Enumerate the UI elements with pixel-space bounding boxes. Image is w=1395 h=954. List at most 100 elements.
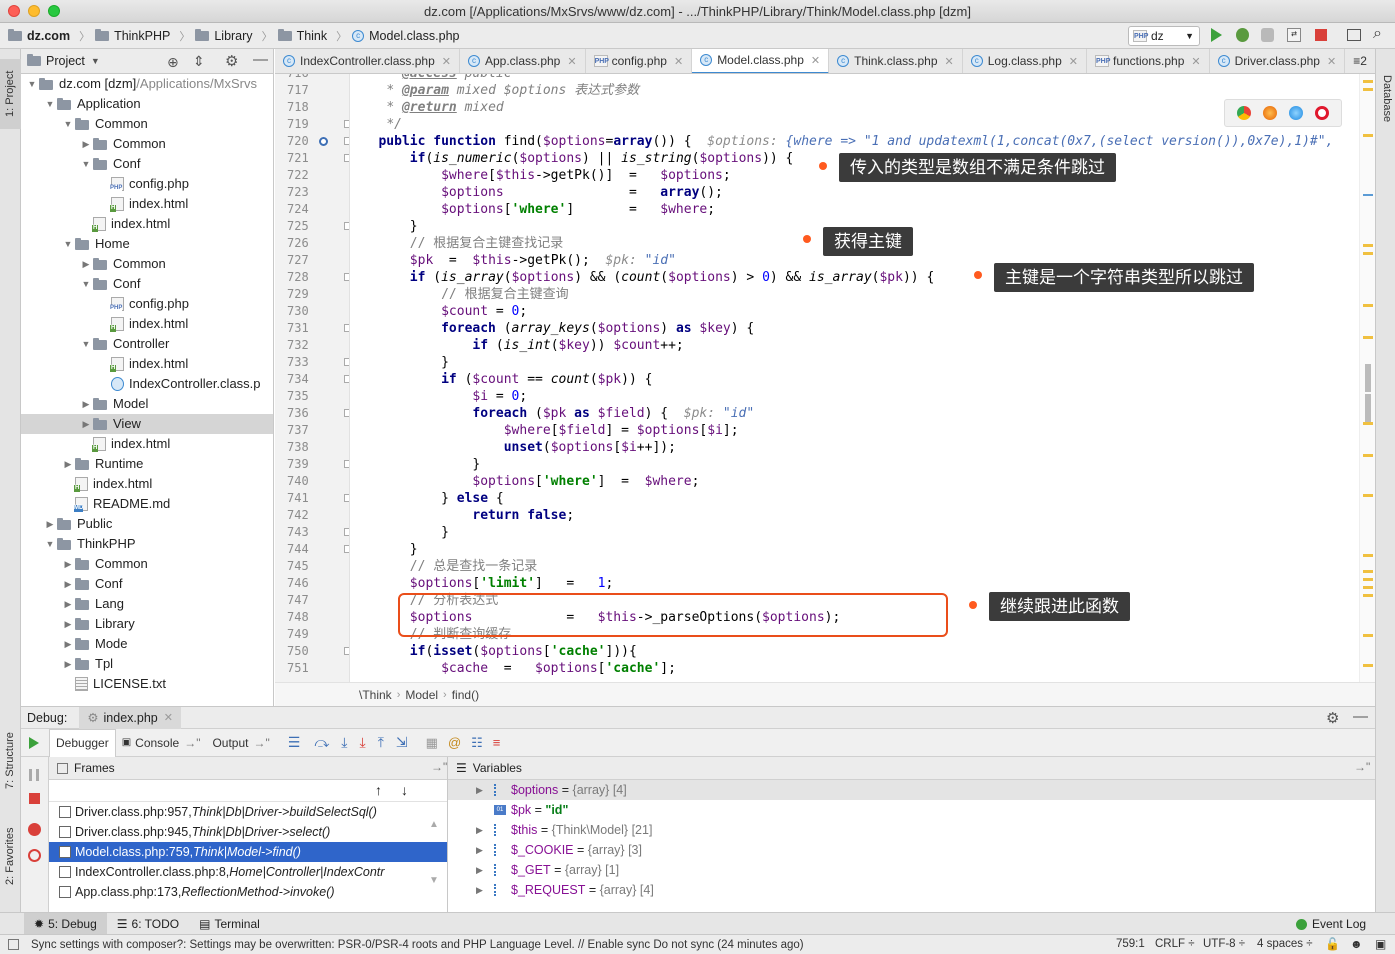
scroll-marker[interactable] <box>1363 194 1373 196</box>
chevron-down-icon[interactable]: ▼ <box>43 534 57 554</box>
scroll-marker[interactable] <box>1363 594 1373 597</box>
tree-item[interactable]: ▶ Conf <box>21 574 273 594</box>
tabs-overflow-button[interactable]: ≡2 <box>1345 49 1375 73</box>
code-line[interactable]: $i = 0; <box>351 388 1359 405</box>
line-number[interactable]: 730 <box>275 303 349 320</box>
tree-item[interactable]: ▶ Lang <box>21 594 273 614</box>
bottom-tab-terminal[interactable]: ▤ Terminal <box>189 913 270 935</box>
variable-row[interactable]: ▶ $options = {array} [4] <box>448 780 1375 800</box>
editor-tab[interactable]: c Model.class.php ✕ <box>692 49 830 73</box>
zoom-window-button[interactable] <box>48 5 60 17</box>
line-number[interactable]: 728 <box>275 269 349 286</box>
tree-item[interactable]: index.html <box>21 194 273 214</box>
line-number[interactable]: 726 <box>275 235 349 252</box>
line-number[interactable]: 736 <box>275 405 349 422</box>
tree-item[interactable]: ▼ Conf <box>21 154 273 174</box>
scroll-marker[interactable] <box>1363 578 1373 581</box>
tree-item[interactable]: index.html <box>21 354 273 374</box>
fold-marker-icon[interactable] <box>344 120 349 128</box>
code-line[interactable]: $options = array(); <box>351 184 1359 201</box>
chevron-right-icon[interactable]: ▶ <box>79 134 93 154</box>
scroll-marker[interactable] <box>1363 336 1373 339</box>
scroll-marker[interactable] <box>1363 80 1373 83</box>
chevron-right-icon[interactable]: ▶ <box>61 554 75 574</box>
line-number[interactable]: 717 <box>275 82 349 99</box>
hide-panel-icon[interactable]: — <box>1353 708 1368 725</box>
coverage-icon[interactable] <box>1261 28 1274 42</box>
tree-item[interactable]: LICENSE.txt <box>21 674 273 694</box>
structure-tool-tab[interactable]: 7: Structure <box>0 721 21 801</box>
show-execution-point-icon[interactable]: ☰ <box>288 734 301 751</box>
list-icon[interactable]: ☷ <box>471 735 483 751</box>
scroll-marker[interactable] <box>1363 664 1373 667</box>
scroll-marker[interactable] <box>1363 88 1373 91</box>
step-out-icon[interactable]: ⤒ <box>378 734 384 751</box>
pin-arrow-icon[interactable]: →" <box>431 760 447 774</box>
line-number[interactable]: 746 <box>275 575 349 592</box>
scroll-marker[interactable] <box>1363 422 1373 425</box>
code-line[interactable]: } else { <box>351 490 1359 507</box>
close-icon[interactable]: ✕ <box>811 54 820 67</box>
line-number[interactable]: 748 <box>275 609 349 626</box>
file-encoding[interactable]: UTF-8 ÷ <box>1203 938 1245 950</box>
frame-down-icon[interactable]: ↓ <box>401 782 408 798</box>
line-number[interactable]: 731 <box>275 320 349 337</box>
fold-marker-icon[interactable] <box>344 409 349 417</box>
line-number[interactable]: 735 <box>275 388 349 405</box>
run-icon[interactable] <box>1211 28 1222 42</box>
line-number[interactable]: 740 <box>275 473 349 490</box>
line-number[interactable]: 747 <box>275 592 349 609</box>
line-number[interactable]: 729 <box>275 286 349 303</box>
favorites-tool-tab[interactable]: 2: Favorites <box>0 814 21 899</box>
fold-marker-icon[interactable] <box>344 154 349 162</box>
scroll-marker[interactable] <box>1363 634 1373 637</box>
scroll-marker[interactable] <box>1363 134 1373 137</box>
close-icon[interactable]: ✕ <box>1191 55 1200 68</box>
line-number[interactable]: 734 <box>275 371 349 388</box>
code-line[interactable]: } <box>351 354 1359 371</box>
code-line[interactable]: * @param mixed $options 表达式参数 <box>351 82 1359 99</box>
tree-item[interactable]: ▶ Common <box>21 554 273 574</box>
nav-crumb-think[interactable]: Think <box>277 28 327 43</box>
code-line[interactable]: * @return mixed <box>351 99 1359 116</box>
chrome-icon[interactable] <box>1237 106 1251 120</box>
code-line[interactable]: public function find($options=array()) {… <box>351 133 1359 150</box>
tree-item[interactable]: ▶ Mode <box>21 634 273 654</box>
editor-tab[interactable]: c Think.class.php ✕ <box>829 49 963 73</box>
code-line[interactable]: if (is_int($key)) $count++; <box>351 337 1359 354</box>
scroll-marker[interactable] <box>1365 364 1371 392</box>
tree-item[interactable]: ▶ View <box>21 414 273 434</box>
scroll-marker[interactable] <box>1363 252 1373 255</box>
chevron-down-icon[interactable]: ▼ <box>79 334 93 354</box>
mute-breakpoints-icon[interactable] <box>28 849 41 862</box>
php-listen-icon[interactable]: ⇄ <box>1287 28 1301 42</box>
pause-icon[interactable] <box>29 769 39 781</box>
chevron-right-icon[interactable]: ▶ <box>476 780 483 800</box>
tree-item[interactable]: ▶ Runtime <box>21 454 273 474</box>
frame-row[interactable]: App.class.php:173, ReflectionMethod->inv… <box>49 882 447 902</box>
line-number[interactable]: 724 <box>275 201 349 218</box>
search-icon[interactable]: ⌕ <box>1373 25 1382 43</box>
code-line[interactable]: } <box>351 524 1359 541</box>
bottom-tab-debug[interactable]: ✹ 5: Debug <box>24 912 107 935</box>
line-number[interactable]: 723 <box>275 184 349 201</box>
tab-output[interactable]: Output →" <box>206 729 275 757</box>
scroll-marker[interactable] <box>1363 586 1373 589</box>
fold-marker-icon[interactable] <box>344 528 349 536</box>
scroll-marker[interactable] <box>1363 454 1373 457</box>
cursor-position[interactable]: 759:1 <box>1116 938 1145 950</box>
line-number[interactable]: 739 <box>275 456 349 473</box>
variable-row[interactable]: ▶ $_COOKIE = {array} [3] <box>448 840 1375 860</box>
pin-arrow-icon[interactable]: →" <box>1354 760 1370 774</box>
firefox-icon[interactable] <box>1263 106 1277 120</box>
code-line[interactable]: $options['where'] = $where; <box>351 473 1359 490</box>
fold-marker-icon[interactable] <box>344 494 349 502</box>
frame-row[interactable]: Driver.class.php:957, Think|Db|Driver->b… <box>49 802 447 822</box>
line-number[interactable]: 721 <box>275 150 349 167</box>
view-breakpoints-icon[interactable] <box>28 823 41 836</box>
line-number[interactable]: 749 <box>275 626 349 643</box>
frame-row[interactable]: Driver.class.php:945, Think|Db|Driver->s… <box>49 822 447 842</box>
tree-item[interactable]: IndexController.class.p <box>21 374 273 394</box>
fold-marker-icon[interactable] <box>344 647 349 655</box>
code-line[interactable]: if(isset($options['cache'])){ <box>351 643 1359 660</box>
